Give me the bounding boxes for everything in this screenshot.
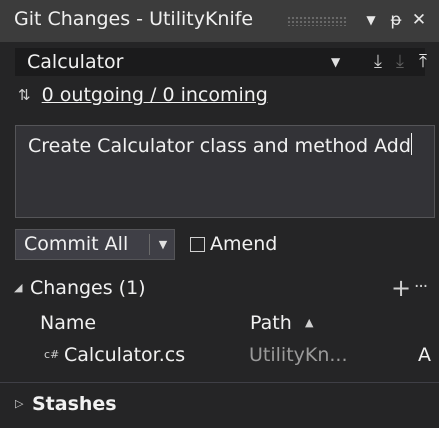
file-status: A	[418, 344, 431, 366]
stage-all-plus-icon[interactable]: +	[391, 271, 411, 305]
expanded-triangle-icon[interactable]: ◢	[14, 271, 22, 305]
branch-name: Calculator	[27, 51, 124, 73]
sort-ascending-icon: ▲	[305, 316, 314, 329]
amend-checkbox[interactable]: Amend	[190, 229, 277, 260]
outgoing-incoming-link[interactable]: 0 outgoing / 0 incoming	[42, 84, 268, 106]
up-down-arrows-icon: ⇅	[18, 86, 31, 104]
file-name: Calculator.cs	[64, 344, 186, 366]
drag-grip[interactable]	[287, 16, 347, 26]
changes-section-header[interactable]: ◢ Changes (1) + ···	[0, 271, 439, 305]
column-header-path[interactable]: Path	[250, 307, 292, 339]
stashes-title: Stashes	[32, 393, 117, 415]
pin-icon[interactable]: ᵽ	[385, 5, 407, 35]
column-header-name[interactable]: Name	[40, 307, 96, 339]
csharp-file-icon: c#	[44, 348, 60, 361]
chevron-down-icon[interactable]: ▼	[331, 48, 340, 76]
push-icon[interactable]: ⤒	[412, 48, 434, 76]
more-options-icon[interactable]: ···	[414, 271, 428, 303]
commit-all-label: Commit All	[24, 233, 129, 255]
collapsed-triangle-icon[interactable]: ▷	[15, 387, 23, 421]
amend-label: Amend	[210, 233, 278, 255]
file-path: UtilityKn...	[249, 344, 348, 366]
text-caret	[410, 133, 412, 155]
tool-window-titlebar: Git Changes - UtilityKnife ▼ ᵽ ✕	[0, 0, 439, 42]
window-menu-icon[interactable]: ▼	[360, 5, 382, 35]
section-divider	[0, 382, 439, 383]
commit-options-dropdown-icon[interactable]: ▼	[154, 230, 172, 259]
window-title: Git Changes - UtilityKnife	[14, 8, 254, 30]
changes-column-headers: Name Path ▲	[0, 307, 439, 339]
stashes-section-header[interactable]: ▷ Stashes	[0, 387, 439, 421]
branch-selector[interactable]: Calculator ▼ ⤓ ⤓ ⤒	[15, 48, 427, 76]
fetch-icon[interactable]: ⤓	[367, 48, 389, 76]
pull-icon[interactable]: ⤓	[389, 48, 411, 76]
changed-file-row[interactable]: c# Calculator.cs UtilityKn... A	[0, 339, 439, 371]
changes-title: Changes (1)	[30, 277, 146, 299]
commit-all-button[interactable]: Commit All ▼	[15, 229, 175, 260]
outgoing-incoming: ⇅ 0 outgoing / 0 incoming	[18, 84, 268, 110]
amend-checkbox-box[interactable]	[190, 237, 205, 252]
split-separator	[149, 234, 150, 255]
commit-message-input[interactable]: Create Calculator class and method Add	[15, 125, 435, 218]
commit-message-text: Create Calculator class and method Add	[28, 135, 411, 157]
close-icon[interactable]: ✕	[408, 5, 430, 35]
